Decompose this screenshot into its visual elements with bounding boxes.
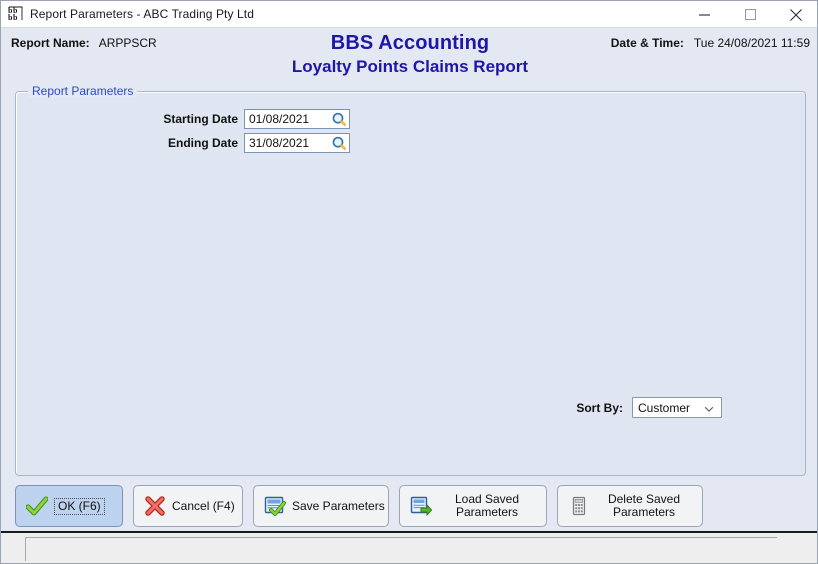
sort-by-value: Customer [638, 401, 690, 415]
minimize-icon [699, 9, 710, 20]
close-button[interactable] [773, 1, 818, 28]
datetime-value: Tue 24/08/2021 11:59 [694, 36, 810, 50]
delete-saved-parameters-button[interactable]: Delete Saved Parameters [557, 485, 703, 527]
status-text [26, 538, 777, 541]
window-title: Report Parameters - ABC Trading Pty Ltd [30, 7, 254, 21]
save-document-icon [264, 495, 286, 517]
report-parameters-groupbox: Report Parameters Starting Date Ending D… [15, 91, 806, 476]
bbs-logo-icon: b b b b [8, 6, 24, 22]
ending-date-field[interactable] [244, 133, 350, 153]
minimize-button[interactable] [681, 1, 727, 28]
report-parameters-window: b b b b Report Parameters - ABC Trading … [0, 0, 818, 564]
magnifier-icon[interactable] [330, 111, 348, 127]
starting-date-field[interactable] [244, 109, 350, 129]
starting-date-input[interactable] [245, 111, 331, 127]
svg-text:b: b [13, 13, 18, 22]
close-icon [790, 9, 802, 21]
ending-date-label: Ending Date [88, 136, 238, 150]
title-bar: b b b b Report Parameters - ABC Trading … [1, 1, 818, 28]
ok-button[interactable]: OK (F6) [15, 485, 123, 527]
maximize-icon [745, 9, 756, 20]
status-bar [1, 531, 818, 563]
save-parameters-button-label: Save Parameters [292, 500, 385, 513]
button-bar: OK (F6) Cancel (F4) [15, 485, 805, 529]
load-document-icon [410, 495, 432, 517]
field-row-ending-date: Ending Date [88, 133, 350, 153]
load-saved-parameters-button-label: Load Saved Parameters [438, 493, 536, 519]
green-check-icon [26, 495, 48, 517]
magnifier-icon[interactable] [330, 135, 348, 151]
sort-by-label: Sort By: [576, 401, 623, 415]
load-button-line2: Parameters [456, 505, 518, 519]
report-header: Report Name: ARPPSCR BBS Accounting Loya… [1, 28, 818, 82]
field-row-starting-date: Starting Date [88, 109, 350, 129]
load-saved-parameters-button[interactable]: Load Saved Parameters [399, 485, 547, 527]
groupbox-legend: Report Parameters [28, 84, 137, 98]
ending-date-input[interactable] [245, 135, 331, 151]
red-cross-icon [144, 495, 166, 517]
delete-button-line2: Parameters [613, 505, 675, 519]
datetime-label: Date & Time: [611, 36, 684, 50]
save-parameters-button[interactable]: Save Parameters [253, 485, 389, 527]
window-controls [681, 1, 818, 28]
cancel-button[interactable]: Cancel (F4) [133, 485, 243, 527]
maximize-button[interactable] [727, 1, 773, 28]
datetime-block: Date & Time: Tue 24/08/2021 11:59 [611, 36, 810, 50]
chevron-down-icon [704, 403, 714, 413]
starting-date-label: Starting Date [88, 112, 238, 126]
report-title: Loyalty Points Claims Report [1, 57, 818, 77]
ok-button-label: OK (F6) [54, 498, 105, 515]
sort-by-select[interactable]: Customer [632, 397, 722, 418]
status-pane [25, 537, 777, 561]
sort-by-row: Sort By: Customer [576, 397, 722, 418]
delete-document-icon [568, 495, 590, 517]
delete-saved-parameters-button-label: Delete Saved Parameters [596, 493, 692, 519]
delete-button-line1: Delete Saved [608, 492, 680, 506]
load-button-line1: Load Saved [455, 492, 519, 506]
cancel-button-label: Cancel (F4) [172, 500, 235, 513]
